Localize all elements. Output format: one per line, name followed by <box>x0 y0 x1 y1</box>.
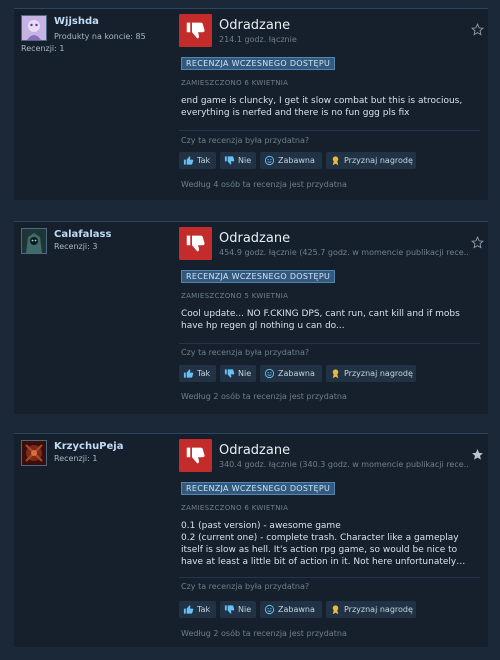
award-label: Przyznaj nagrodę <box>344 156 413 165</box>
early-access-badge: RECENZJA WCZESNEGO DOSTĘPU <box>181 57 336 70</box>
review-text: 0.1 (past version) - awesome game 0.2 (c… <box>181 520 476 568</box>
thumbs-up-icon <box>183 156 194 165</box>
smiley-icon <box>264 368 275 379</box>
star-filled-icon[interactable] <box>471 448 484 461</box>
review-card: KrzychuPeja Recenzji: 1 Odradzane 340.4 … <box>14 433 488 647</box>
award-label: Przyznaj nagrodę <box>344 369 413 378</box>
playtime: 340.4 godz. łącznie (340.3 godz. w momen… <box>219 460 469 469</box>
reviews-count[interactable]: Recenzji: 1 <box>54 454 97 463</box>
vote-funny-button[interactable]: Zabawna <box>260 365 322 382</box>
review-text-line: 0.1 (past version) - awesome game <box>181 521 341 531</box>
helpful-question: Czy ta recenzja była przydatna? <box>181 582 310 591</box>
review-text-line: 0.2 (current one) - complete trash. Char… <box>181 533 466 567</box>
award-icon <box>332 605 339 615</box>
review-card: Wjjshda Produkty na koncie: 85 Recenzji:… <box>14 8 488 200</box>
avatar[interactable] <box>21 15 47 41</box>
star-outline-icon[interactable] <box>471 23 484 36</box>
review-verdict[interactable]: Odradzane <box>219 231 290 246</box>
reviews-count[interactable]: Recenzji: 3 <box>54 242 97 251</box>
thumbs-down-icon <box>179 227 212 260</box>
helpful-question: Czy ta recenzja była przydatna? <box>181 136 310 145</box>
vote-funny-button[interactable]: Zabawna <box>260 601 322 618</box>
vote-no-button[interactable]: Nie <box>220 365 256 382</box>
smiley-icon <box>264 155 275 166</box>
vote-funny-label: Zabawna <box>278 156 315 165</box>
award-button[interactable]: Przyznaj nagrodę <box>326 365 416 382</box>
playtime: 214.1 godz. łącznie <box>219 35 297 44</box>
reviews-count[interactable]: Recenzji: 1 <box>21 44 64 53</box>
review-verdict[interactable]: Odradzane <box>219 18 290 33</box>
vote-no-button[interactable]: Nie <box>220 152 256 169</box>
vote-yes-label: Tak <box>197 369 211 378</box>
helpful-votes: Według 2 osób ta recenzja jest przydatna <box>181 392 347 401</box>
vote-yes-button[interactable]: Tak <box>179 601 216 618</box>
smiley-icon <box>264 604 275 615</box>
thumbs-down-icon <box>179 14 212 47</box>
vote-no-label: Nie <box>238 156 252 165</box>
award-button[interactable]: Przyznaj nagrodę <box>326 601 416 618</box>
review-verdict[interactable]: Odradzane <box>219 443 290 458</box>
award-label: Przyznaj nagrodę <box>344 605 413 614</box>
products-count[interactable]: Produkty na koncie: 85 <box>54 32 146 41</box>
avatar[interactable] <box>21 228 47 254</box>
thumbs-up-icon <box>183 605 194 614</box>
star-outline-icon[interactable] <box>471 236 484 249</box>
thumbs-down-icon <box>224 369 235 378</box>
divider <box>179 577 480 578</box>
helpful-votes: Według 2 osób ta recenzja jest przydatna <box>181 629 347 638</box>
vote-yes-button[interactable]: Tak <box>179 365 216 382</box>
review-text: end game is cluncky, I get it slow comba… <box>181 96 463 118</box>
review-text: Cool update... NO F.CKING DPS, cant run,… <box>181 309 460 331</box>
vote-funny-button[interactable]: Zabawna <box>260 152 322 169</box>
posted-date: ZAMIESZCZONO 6 KWIETNIA <box>181 504 289 512</box>
early-access-badge: RECENZJA WCZESNEGO DOSTĘPU <box>181 482 336 495</box>
early-access-badge: RECENZJA WCZESNEGO DOSTĘPU <box>181 270 336 283</box>
username[interactable]: Calafalass <box>54 229 111 240</box>
review-card: Calafalass Recenzji: 3 Odradzane 454.9 g… <box>14 221 488 414</box>
thumbs-down-icon <box>224 605 235 614</box>
vote-yes-label: Tak <box>197 605 211 614</box>
avatar[interactable] <box>21 440 47 466</box>
vote-yes-button[interactable]: Tak <box>179 152 216 169</box>
vote-no-label: Nie <box>238 369 252 378</box>
helpful-question: Czy ta recenzja była przydatna? <box>181 348 310 357</box>
divider <box>179 130 480 131</box>
username[interactable]: KrzychuPeja <box>54 441 123 452</box>
vote-no-button[interactable]: Nie <box>220 601 256 618</box>
thumbs-up-icon <box>183 369 194 378</box>
vote-funny-label: Zabawna <box>278 369 315 378</box>
vote-no-label: Nie <box>238 605 252 614</box>
divider <box>179 343 480 344</box>
thumbs-down-icon <box>224 156 235 165</box>
posted-date: ZAMIESZCZONO 6 KWIETNIA <box>181 79 289 87</box>
playtime: 454.9 godz. łącznie (425.7 godz. w momen… <box>219 248 469 257</box>
thumbs-down-icon <box>179 439 212 472</box>
vote-funny-label: Zabawna <box>278 605 315 614</box>
posted-date: ZAMIESZCZONO 5 KWIETNIA <box>181 292 289 300</box>
helpful-votes: Według 4 osób ta recenzja jest przydatna <box>181 180 347 189</box>
award-icon <box>332 369 339 379</box>
vote-yes-label: Tak <box>197 156 211 165</box>
username[interactable]: Wjjshda <box>54 16 99 27</box>
award-button[interactable]: Przyznaj nagrodę <box>326 152 416 169</box>
award-icon <box>332 156 339 166</box>
